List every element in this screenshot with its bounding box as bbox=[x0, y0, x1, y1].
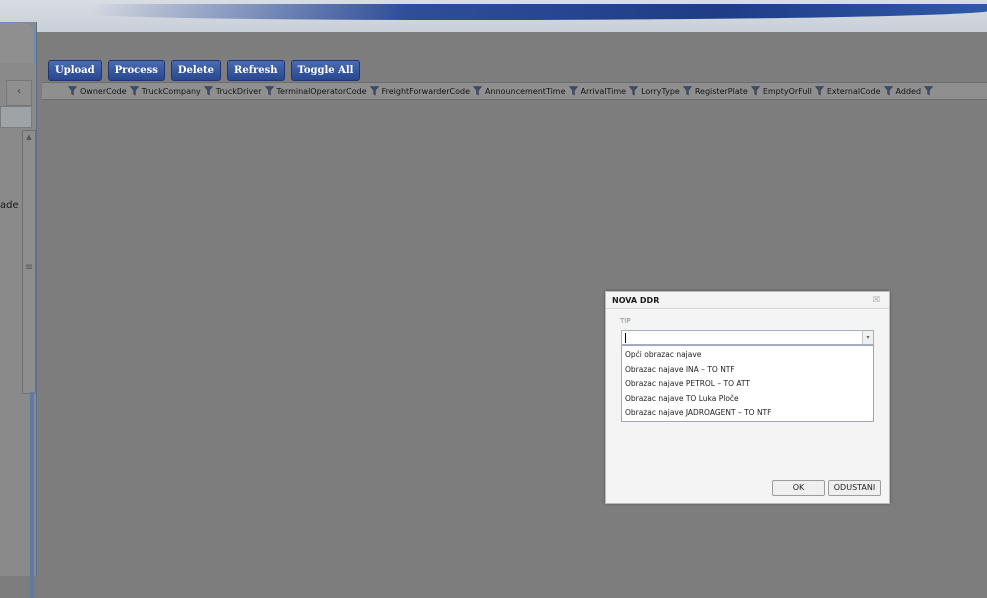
refresh-button[interactable]: Refresh bbox=[227, 60, 285, 81]
cancel-button[interactable]: ODUSTANI bbox=[828, 480, 881, 496]
column-header[interactable]: AnnouncementTime bbox=[482, 86, 578, 96]
dropdown-option[interactable]: Obrazac najave JADROAGENT – TO NTF bbox=[622, 406, 873, 421]
sidebar-tab bbox=[0, 22, 35, 63]
column-header-label: ExternalCode bbox=[826, 86, 881, 96]
filter-icon[interactable] bbox=[264, 86, 274, 96]
column-header-label: FreightForwarderCode bbox=[381, 86, 471, 96]
left-sidebar: ‹ ▲ ≡ ade bbox=[0, 22, 37, 598]
column-header-label: LorryType bbox=[641, 86, 680, 96]
dropdown-option[interactable]: Obrazac najave PETROL – TO ATT bbox=[622, 377, 873, 392]
dropdown-option[interactable]: Opći obrazac najave bbox=[622, 348, 873, 363]
column-header[interactable]: EmptyOrFull bbox=[760, 86, 824, 96]
close-icon[interactable]: ☒ bbox=[873, 295, 880, 304]
header-swoosh-graphic bbox=[88, 4, 987, 20]
scroll-up-icon[interactable]: ▲ bbox=[23, 131, 35, 143]
tip-label: TIP bbox=[620, 317, 631, 325]
column-header[interactable]: TerminalOperatorCode bbox=[274, 86, 379, 96]
column-header[interactable]: LorryType bbox=[638, 86, 692, 96]
tip-combobox[interactable]: ▾ bbox=[621, 330, 874, 345]
filter-icon[interactable] bbox=[629, 86, 639, 96]
column-header[interactable]: OwnerCode bbox=[77, 86, 139, 96]
filter-icon[interactable] bbox=[473, 86, 483, 96]
dropdown-option[interactable]: Obrazac najave INA – TO NTF bbox=[622, 363, 873, 378]
column-header[interactable]: ExternalCode bbox=[824, 86, 893, 96]
column-header[interactable]: RegisterPlate bbox=[692, 86, 760, 96]
toolbar: Upload Process Delete Refresh Toggle All bbox=[48, 60, 361, 82]
filter-icon[interactable] bbox=[129, 86, 139, 96]
dialog-title: NOVA DDR bbox=[612, 296, 660, 305]
column-header-label: TruckCompany bbox=[141, 86, 201, 96]
filter-icon[interactable] bbox=[568, 86, 578, 96]
filter-icon[interactable] bbox=[750, 86, 760, 96]
column-header-label: OwnerCode bbox=[80, 86, 127, 96]
app-header bbox=[0, 0, 987, 32]
column-header-label: AnnouncementTime bbox=[485, 86, 566, 96]
column-header-label: TerminalOperatorCode bbox=[276, 86, 367, 96]
nova-ddr-dialog: NOVA DDR ☒ TIP ▾ Opći obrazac najave Obr… bbox=[605, 291, 890, 504]
process-button[interactable]: Process bbox=[107, 60, 165, 81]
filter-icon[interactable] bbox=[883, 86, 893, 96]
filter-icon[interactable] bbox=[203, 86, 213, 96]
toggle-all-button[interactable]: Toggle All bbox=[290, 60, 361, 81]
sidebar-border-line bbox=[30, 392, 34, 598]
tip-dropdown-list: Opći obrazac najave Obrazac najave INA –… bbox=[621, 345, 874, 422]
column-header[interactable]: Added bbox=[893, 86, 934, 96]
dropdown-option[interactable]: Obrazac najave TO Luka Ploče bbox=[622, 392, 873, 407]
ok-button[interactable]: OK bbox=[772, 480, 825, 496]
text-caret bbox=[625, 333, 626, 343]
column-header-label: RegisterPlate bbox=[694, 86, 748, 96]
filter-icon[interactable] bbox=[814, 86, 824, 96]
scroll-grip-icon[interactable]: ≡ bbox=[23, 261, 35, 275]
filter-icon[interactable] bbox=[682, 86, 692, 96]
filter-icon[interactable] bbox=[68, 86, 77, 96]
sidebar-selected-item[interactable] bbox=[0, 106, 32, 128]
chevron-down-icon[interactable]: ▾ bbox=[862, 331, 873, 344]
column-header[interactable]: ArrivalTime bbox=[578, 86, 639, 96]
dialog-divider bbox=[606, 308, 889, 309]
column-header[interactable]: FreightForwarderCode bbox=[379, 86, 483, 96]
sidebar-label-fragment: ade bbox=[0, 200, 19, 211]
column-header-label: Added bbox=[895, 86, 922, 96]
column-header-label: TruckDriver bbox=[215, 86, 262, 96]
column-header[interactable]: TruckDriver bbox=[213, 86, 274, 96]
column-header-label: EmptyOrFull bbox=[762, 86, 812, 96]
filter-icon[interactable] bbox=[369, 86, 379, 96]
delete-button[interactable]: Delete bbox=[170, 60, 222, 81]
column-header-label: ArrivalTime bbox=[580, 86, 627, 96]
upload-button[interactable]: Upload bbox=[48, 60, 102, 81]
grid-header-row: OwnerCode TruckCompany TruckDriver Terminal… bbox=[42, 82, 987, 100]
sidebar-scrollbar[interactable]: ▲ ≡ bbox=[22, 130, 36, 394]
filter-icon[interactable] bbox=[924, 86, 934, 96]
collapse-sidebar-button[interactable]: ‹ bbox=[6, 80, 32, 106]
column-header[interactable]: TruckCompany bbox=[139, 86, 213, 96]
